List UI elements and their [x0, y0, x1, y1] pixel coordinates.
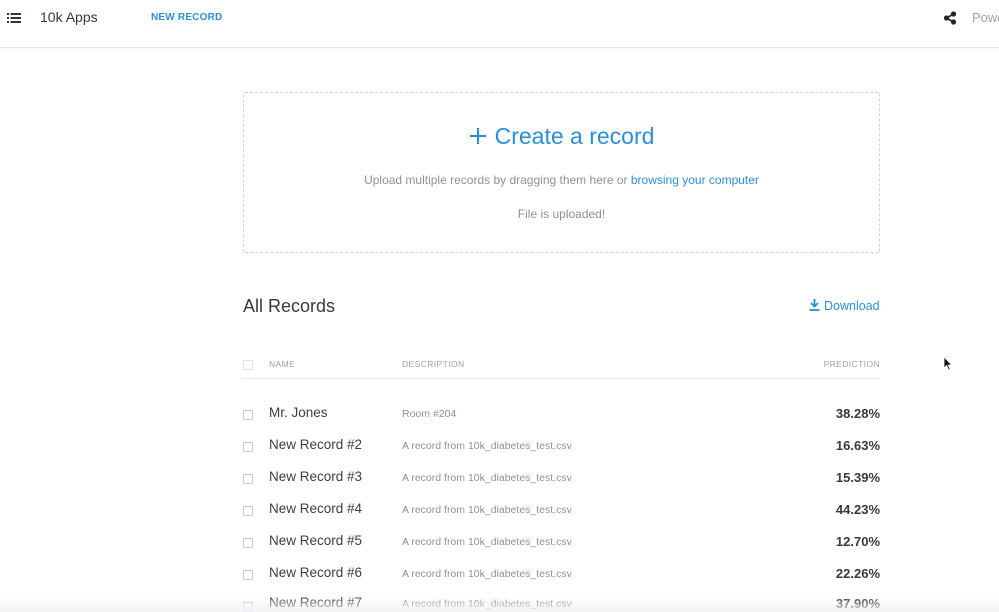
record-prediction: 22.26%: [835, 566, 880, 581]
share-icon[interactable]: [943, 11, 957, 25]
column-description-header[interactable]: DESCRIPTION: [402, 359, 465, 369]
record-description: A record from 10k_diabetes_test.csv: [402, 440, 572, 452]
download-icon: [809, 299, 820, 311]
record-prediction: 16.63%: [835, 438, 880, 453]
table-row[interactable]: New Record #4 A record from 10k_diabetes…: [243, 500, 880, 532]
record-name[interactable]: New Record #4: [269, 501, 362, 516]
table-row[interactable]: New Record #7 A record from 10k_diabetes…: [243, 580, 880, 612]
browse-computer-link[interactable]: browsing your computer: [631, 173, 759, 187]
create-record-heading[interactable]: Create a record: [244, 123, 879, 150]
table-row[interactable]: New Record #3 A record from 10k_diabetes…: [243, 468, 880, 500]
record-description: A record from 10k_diabetes_test.csv: [402, 598, 572, 610]
table-row[interactable]: Mr. Jones Room #204 38.28%: [243, 404, 880, 436]
record-description: A record from 10k_diabetes_test.csv: [402, 472, 572, 484]
nav-new-record-link[interactable]: NEW RECORD: [151, 12, 222, 23]
record-prediction: 44.23%: [835, 502, 880, 517]
column-prediction-header[interactable]: PREDICTION: [824, 359, 880, 369]
row-checkbox[interactable]: [243, 410, 253, 420]
plus-icon: [469, 128, 486, 144]
record-name[interactable]: New Record #7: [269, 595, 362, 610]
download-label: Download: [824, 299, 880, 313]
download-button[interactable]: Download: [809, 299, 880, 313]
column-name-header[interactable]: NAME: [269, 359, 295, 369]
create-record-label: Create a record: [494, 123, 655, 149]
record-description: A record from 10k_diabetes_test.csv: [402, 568, 572, 580]
record-prediction: 12.70%: [835, 534, 880, 549]
upload-instructions-text: Upload multiple records by dragging them…: [364, 173, 631, 187]
upload-status: File is uploaded!: [517, 207, 606, 221]
row-checkbox[interactable]: [243, 474, 253, 484]
select-all-checkbox[interactable]: [243, 360, 253, 370]
row-checkbox[interactable]: [243, 442, 253, 452]
row-checkbox[interactable]: [243, 538, 253, 548]
record-description: A record from 10k_diabetes_test.csv: [402, 504, 572, 516]
row-checkbox[interactable]: [243, 506, 253, 516]
upload-instructions: Upload multiple records by dragging them…: [244, 173, 879, 187]
record-name[interactable]: Mr. Jones: [269, 405, 328, 420]
record-name[interactable]: New Record #6: [269, 565, 362, 580]
row-checkbox[interactable]: [243, 570, 253, 580]
record-name[interactable]: New Record #3: [269, 469, 362, 484]
top-bar: 10k Apps NEW RECORD Powe: [0, 0, 999, 48]
app-title[interactable]: 10k Apps: [40, 9, 98, 25]
powered-by-text: Powe: [972, 10, 999, 25]
record-prediction: 37.90%: [835, 596, 880, 611]
upload-dropzone[interactable]: Create a record Upload multiple records …: [243, 92, 880, 253]
all-records-title: All Records: [243, 296, 336, 316]
record-description: A record from 10k_diabetes_test.csv: [402, 536, 572, 548]
record-prediction: 38.28%: [835, 406, 880, 421]
mouse-pointer-icon: [943, 356, 953, 371]
record-prediction: 15.39%: [835, 470, 880, 485]
table-row[interactable]: New Record #5 A record from 10k_diabetes…: [243, 532, 880, 564]
records-table-header: NAME DESCRIPTION PREDICTION: [243, 355, 880, 379]
record-description: Room #204: [402, 408, 457, 420]
record-name[interactable]: New Record #2: [269, 437, 362, 452]
table-row[interactable]: New Record #2 A record from 10k_diabetes…: [243, 436, 880, 468]
list-menu-icon[interactable]: [7, 13, 21, 23]
record-name[interactable]: New Record #5: [269, 533, 362, 548]
row-checkbox[interactable]: [243, 602, 253, 612]
